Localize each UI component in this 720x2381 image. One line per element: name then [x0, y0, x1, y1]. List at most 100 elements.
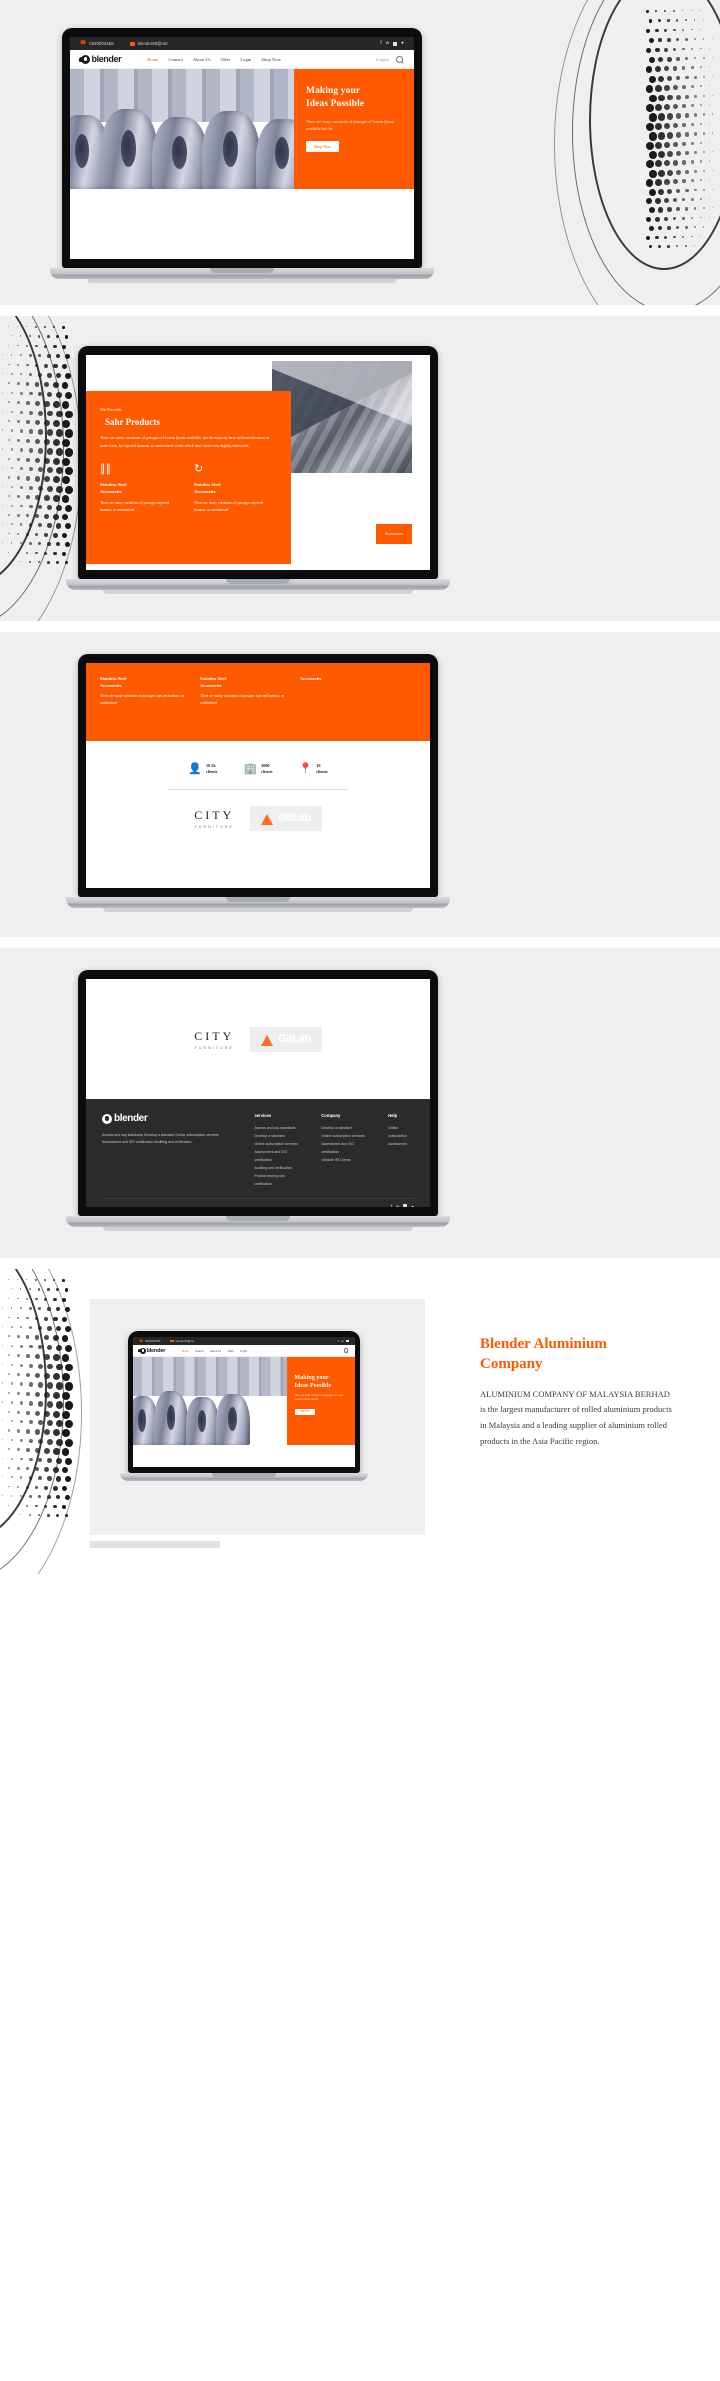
decorative-dot	[62, 1297, 67, 1302]
decorative-dot	[8, 1485, 10, 1488]
footer-logo[interactable]: blender	[102, 1113, 232, 1124]
decorative-dot	[11, 1363, 14, 1366]
decorative-dot	[62, 1373, 70, 1381]
footer-link[interactable]: Online subscription	[388, 1124, 414, 1140]
decorative-dot	[655, 179, 662, 186]
user-icon[interactable]: ●	[411, 1204, 414, 1207]
decorative-dot	[17, 401, 20, 405]
footer-link[interactable]: Auditing and verification	[254, 1164, 299, 1172]
decorative-dot	[56, 1420, 64, 1428]
nav-item-login[interactable]: Login	[240, 1349, 247, 1353]
decorative-dot	[56, 1495, 61, 1500]
decorative-dot	[658, 113, 666, 121]
footer-link[interactable]: Online subscription services	[254, 1140, 299, 1148]
footer-link[interactable]: Product testing and certification	[254, 1172, 299, 1188]
instagram-icon[interactable]	[393, 41, 398, 46]
nav-item-home[interactable]: Home	[147, 57, 158, 62]
section-gap-4	[0, 1258, 720, 1269]
decorative-dot	[11, 1514, 12, 1515]
footer-link[interactable]: Online subscription services	[321, 1132, 366, 1140]
decorative-dot	[709, 160, 711, 162]
instagram-icon[interactable]	[346, 1339, 349, 1343]
decorative-dot	[685, 113, 690, 118]
nav-item-about-us[interactable]: About Us	[210, 1349, 221, 1353]
decorative-dot	[8, 1335, 10, 1338]
nav-item-contact[interactable]: Contact	[195, 1349, 204, 1353]
search-icon[interactable]	[343, 1348, 349, 1353]
nav-item-home[interactable]: Home	[182, 1349, 189, 1353]
twitter-icon[interactable]: w	[342, 1339, 344, 1343]
decorative-dot	[26, 476, 31, 481]
decorative-dot	[62, 1448, 70, 1456]
decorative-dot	[685, 169, 690, 174]
decorative-dot	[646, 47, 652, 53]
decorative-dot	[53, 1354, 60, 1361]
decorative-dot	[685, 57, 689, 61]
facebook-icon[interactable]: f	[338, 1339, 339, 1343]
email-group[interactable]: blender90@net	[129, 41, 168, 46]
email-group[interactable]: blender90@net	[170, 1340, 194, 1343]
decorative-dot	[56, 504, 63, 511]
site-logo[interactable]: blender	[139, 1348, 165, 1354]
decorative-dot	[682, 216, 685, 220]
decorative-dot	[11, 1438, 14, 1442]
decorative-dot	[646, 235, 651, 240]
language-selector[interactable]: English	[376, 57, 389, 62]
site-logo[interactable]: blender	[81, 54, 122, 64]
decorative-dot	[17, 1335, 20, 1339]
decorative-dot	[11, 542, 13, 544]
nav-item-offer[interactable]: Offer	[221, 57, 231, 62]
nav-item-login[interactable]: Login	[240, 57, 251, 62]
decorative-dot	[691, 10, 693, 12]
footer-column-heading: Help	[388, 1113, 398, 1118]
decorative-dot	[62, 401, 70, 409]
hero-photo-aluminium-coils	[70, 69, 294, 189]
nav-item-offer[interactable]: Offer	[228, 1349, 234, 1353]
decorative-dot	[47, 1420, 54, 1427]
decorative-dot	[11, 504, 13, 507]
twitter-icon[interactable]: w	[386, 41, 389, 46]
phone-group[interactable]: ☎ 0320003456	[139, 1339, 160, 1343]
decorative-dot	[29, 1457, 33, 1462]
decorative-dot	[712, 38, 713, 39]
decorative-dot	[8, 401, 11, 404]
footer-link[interactable]: Validate ISO Areas	[321, 1156, 366, 1164]
hero-cta-button[interactable]: Shop Now	[294, 1408, 316, 1416]
footer-link[interactable]: Assessment and ISO certification	[254, 1148, 299, 1164]
decorative-dot	[676, 113, 682, 119]
decorative-dot	[65, 467, 74, 476]
twitter-icon[interactable]: w	[396, 1204, 399, 1207]
city-logo-sub: FURNITURE	[194, 1045, 234, 1050]
instagram-icon[interactable]	[403, 1204, 408, 1207]
facebook-icon[interactable]: f	[380, 41, 381, 46]
hero-cta-button[interactable]: Shop Now	[306, 140, 340, 152]
decorative-dot	[53, 1485, 58, 1491]
footer-social-bar: f w ●	[102, 1198, 414, 1207]
decorative-dot	[673, 198, 678, 203]
nav-item-contact[interactable]: Contact	[168, 57, 182, 62]
footer-link[interactable]: Access and buy standards	[254, 1124, 299, 1132]
footer-link[interactable]: Develop a standard	[321, 1124, 366, 1132]
stat-item: 📍 10 clients	[299, 763, 328, 776]
nav-item-shop-now[interactable]: Shop Now	[261, 57, 281, 62]
decorative-dot	[47, 1401, 54, 1408]
decorative-dot	[703, 94, 706, 97]
user-icon[interactable]: ●	[401, 41, 404, 46]
nav-item-about-us[interactable]: About Us	[193, 57, 211, 62]
decorative-dot	[26, 1391, 31, 1397]
phone-group[interactable]: ☎ 0320003456	[80, 41, 114, 47]
decorative-dot	[47, 1514, 50, 1517]
footer-link[interactable]: Assessment and ISO certification	[321, 1140, 366, 1156]
decorative-dot	[65, 1438, 73, 1447]
hero-body: There are many variations of passages of…	[294, 1394, 344, 1402]
decorative-dot	[649, 169, 657, 178]
decorative-dot	[20, 1420, 24, 1424]
laptop-lid: Stainless Steel Accessories There are man…	[78, 654, 438, 897]
decorative-dot	[17, 1391, 21, 1396]
decorative-dot	[65, 504, 72, 512]
footer-link[interactable]: Develop a standard	[254, 1132, 299, 1140]
footer-link[interactable]: Assessment	[388, 1140, 414, 1148]
facebook-icon[interactable]: f	[391, 1204, 392, 1207]
search-icon[interactable]	[396, 55, 403, 63]
decorative-dot	[44, 476, 51, 483]
